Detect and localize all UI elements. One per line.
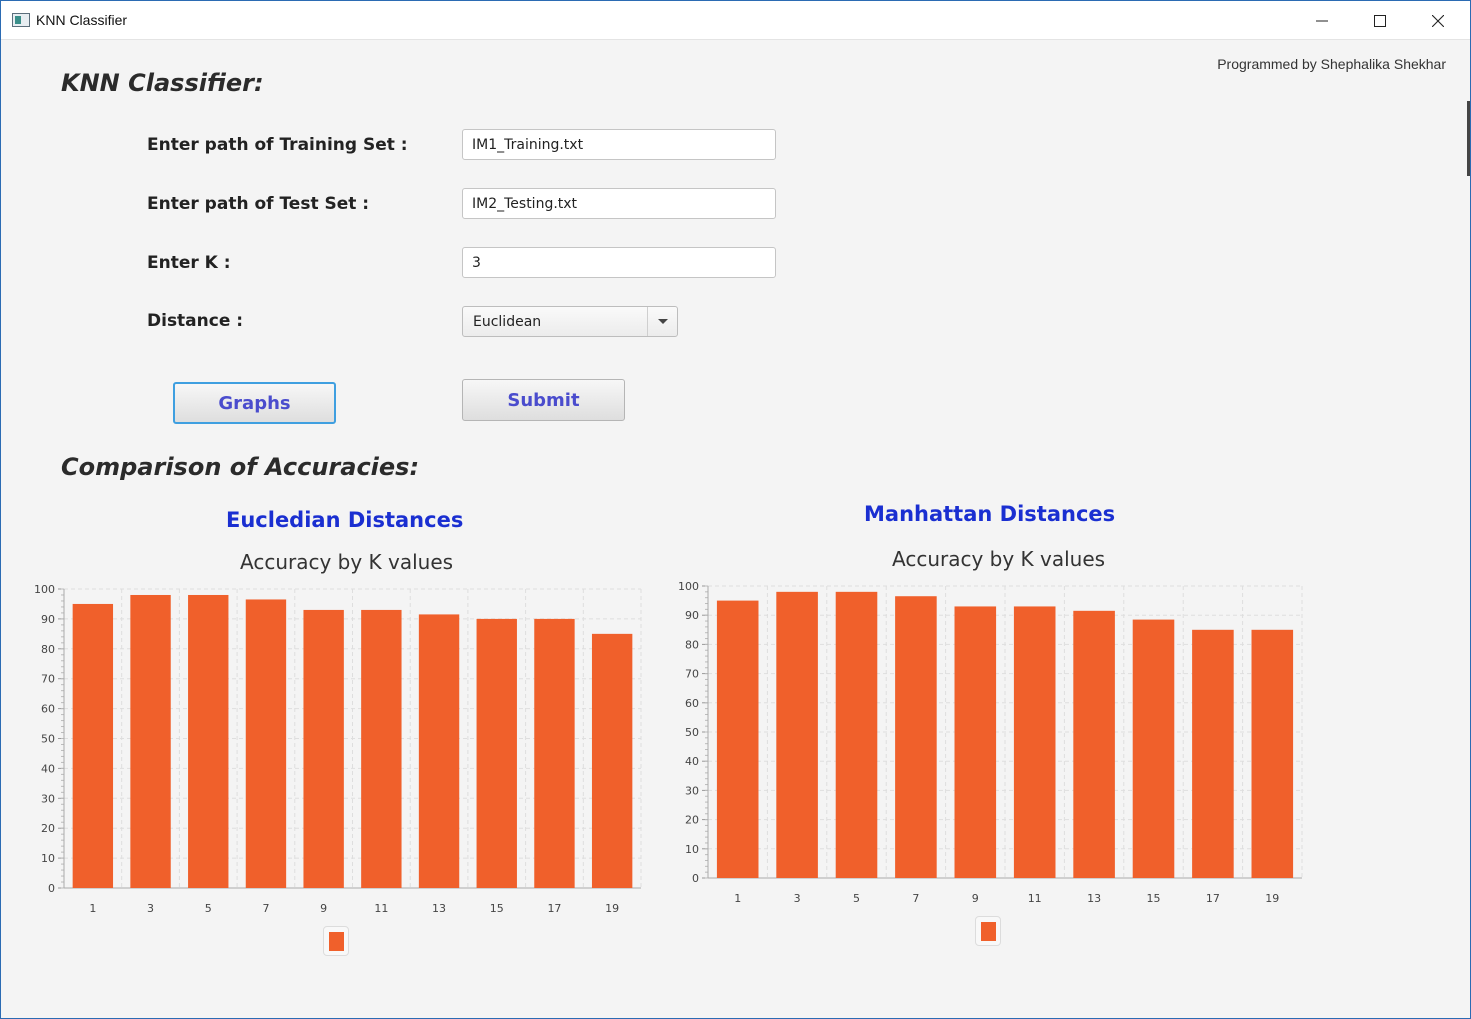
app-icon (12, 13, 30, 27)
x-tick-label: 11 (374, 902, 388, 915)
x-tick-label: 7 (262, 902, 269, 915)
distance-dropdown-button[interactable] (647, 307, 677, 336)
bar-k-7 (895, 596, 937, 878)
training-set-input[interactable]: IM1_Training.txt (462, 129, 776, 160)
y-tick-label: 70 (41, 673, 55, 686)
bar-k-15 (1132, 619, 1175, 878)
x-tick-label: 15 (1147, 892, 1161, 905)
close-button[interactable] (1409, 1, 1467, 40)
manhattan-chart-title: Accuracy by K values (892, 547, 1106, 571)
y-tick-label: 10 (41, 852, 55, 865)
bar-k-19 (591, 633, 633, 888)
bar-k-3 (130, 594, 171, 888)
comparison-heading: Comparison of Accuracies: (61, 453, 420, 481)
x-tick-label: 9 (320, 902, 327, 915)
x-tick-label: 19 (605, 902, 619, 915)
y-tick-label: 20 (41, 822, 55, 835)
maximize-icon (1374, 14, 1386, 27)
x-tick-label: 13 (432, 902, 446, 915)
k-input[interactable]: 3 (462, 247, 776, 278)
x-tick-label: 17 (547, 902, 561, 915)
close-icon (1432, 14, 1444, 27)
y-tick-label: 100 (678, 580, 699, 593)
x-tick-label: 19 (1265, 892, 1279, 905)
bar-k-3 (776, 591, 818, 878)
chevron-down-icon (657, 319, 668, 324)
y-tick-label: 80 (41, 643, 55, 656)
maximize-button[interactable] (1351, 1, 1409, 40)
window-title: KNN Classifier (36, 12, 128, 28)
x-tick-label: 9 (972, 892, 979, 905)
x-tick-label: 5 (853, 892, 860, 905)
bar-k-5 (188, 594, 229, 888)
bar-k-7 (245, 599, 287, 888)
bar-k-17 (534, 618, 575, 888)
manhattan-bar-chart: 01020304050607080901001 3 5 7 9 11 13 15 17 19 (678, 580, 1303, 905)
test-set-input[interactable]: IM2_Testing.txt (462, 188, 776, 219)
graphs-button[interactable]: Graphs (173, 382, 336, 424)
y-tick-label: 40 (41, 762, 55, 775)
euclidean-bar-chart: 01020304050607080901001 3 5 7 9 11 13 15 17 19 (34, 583, 642, 915)
x-tick-label: 5 (205, 902, 212, 915)
y-tick-label: 0 (48, 882, 55, 895)
legend-swatch (328, 931, 344, 951)
y-tick-label: 60 (685, 697, 699, 710)
euclidean-legend (323, 926, 349, 956)
bar-k-13 (1073, 610, 1115, 878)
bar-k-11 (361, 609, 402, 888)
test-set-label: Enter path of Test Set : (147, 194, 370, 214)
x-tick-label: 1 (89, 902, 96, 915)
y-tick-label: 20 (685, 814, 699, 827)
bar-k-1 (72, 603, 114, 888)
page-title: KNN Classifier: (61, 69, 264, 97)
k-label: Enter K : (147, 253, 231, 273)
y-tick-label: 0 (692, 872, 699, 885)
distance-label: Distance : (147, 311, 244, 331)
y-tick-label: 90 (41, 613, 55, 626)
y-tick-label: 40 (685, 755, 699, 768)
x-tick-label: 15 (490, 902, 504, 915)
bar-k-5 (835, 591, 878, 878)
euclidean-chart-title: Accuracy by K values (240, 550, 454, 574)
y-tick-label: 50 (41, 733, 55, 746)
x-tick-label: 3 (794, 892, 801, 905)
app-window: KNN Classifier Programmed by Shephalika … (0, 0, 1471, 1019)
distance-select-value: Euclidean (473, 314, 542, 330)
y-tick-label: 70 (685, 668, 699, 681)
bar-k-15 (476, 618, 517, 888)
euclidean-chart-heading: Eucledian Distances (226, 508, 464, 532)
training-set-label: Enter path of Training Set : (147, 135, 408, 155)
submit-button[interactable]: Submit (462, 379, 625, 421)
y-tick-label: 50 (685, 726, 699, 739)
bar-k-19 (1251, 629, 1294, 878)
bar-k-9 (303, 609, 344, 888)
window-edge-scrollbar[interactable] (1467, 101, 1470, 176)
x-tick-label: 13 (1087, 892, 1101, 905)
legend-swatch (980, 921, 996, 941)
bar-k-1 (716, 600, 759, 878)
y-tick-label: 80 (685, 638, 699, 651)
title-bar[interactable]: KNN Classifier (1, 1, 1470, 40)
author-credit: Programmed by Shephalika Shekhar (1217, 56, 1446, 72)
minimize-icon (1316, 20, 1328, 21)
x-tick-label: 1 (734, 892, 741, 905)
bar-k-17 (1192, 629, 1234, 878)
manhattan-chart-heading: Manhattan Distances (864, 502, 1116, 526)
x-tick-label: 11 (1028, 892, 1042, 905)
y-tick-label: 30 (41, 792, 55, 805)
bar-k-11 (1013, 606, 1056, 878)
manhattan-legend (975, 916, 1001, 946)
bar-k-13 (418, 614, 460, 888)
y-tick-label: 10 (685, 843, 699, 856)
minimize-button[interactable] (1293, 1, 1351, 40)
y-tick-label: 60 (41, 703, 55, 716)
y-tick-label: 90 (685, 609, 699, 622)
bar-k-9 (954, 606, 997, 878)
distance-select[interactable]: Euclidean (462, 306, 678, 337)
y-tick-label: 100 (34, 583, 55, 596)
x-tick-label: 3 (147, 902, 154, 915)
y-tick-label: 30 (685, 784, 699, 797)
x-tick-label: 17 (1206, 892, 1220, 905)
x-tick-label: 7 (912, 892, 919, 905)
